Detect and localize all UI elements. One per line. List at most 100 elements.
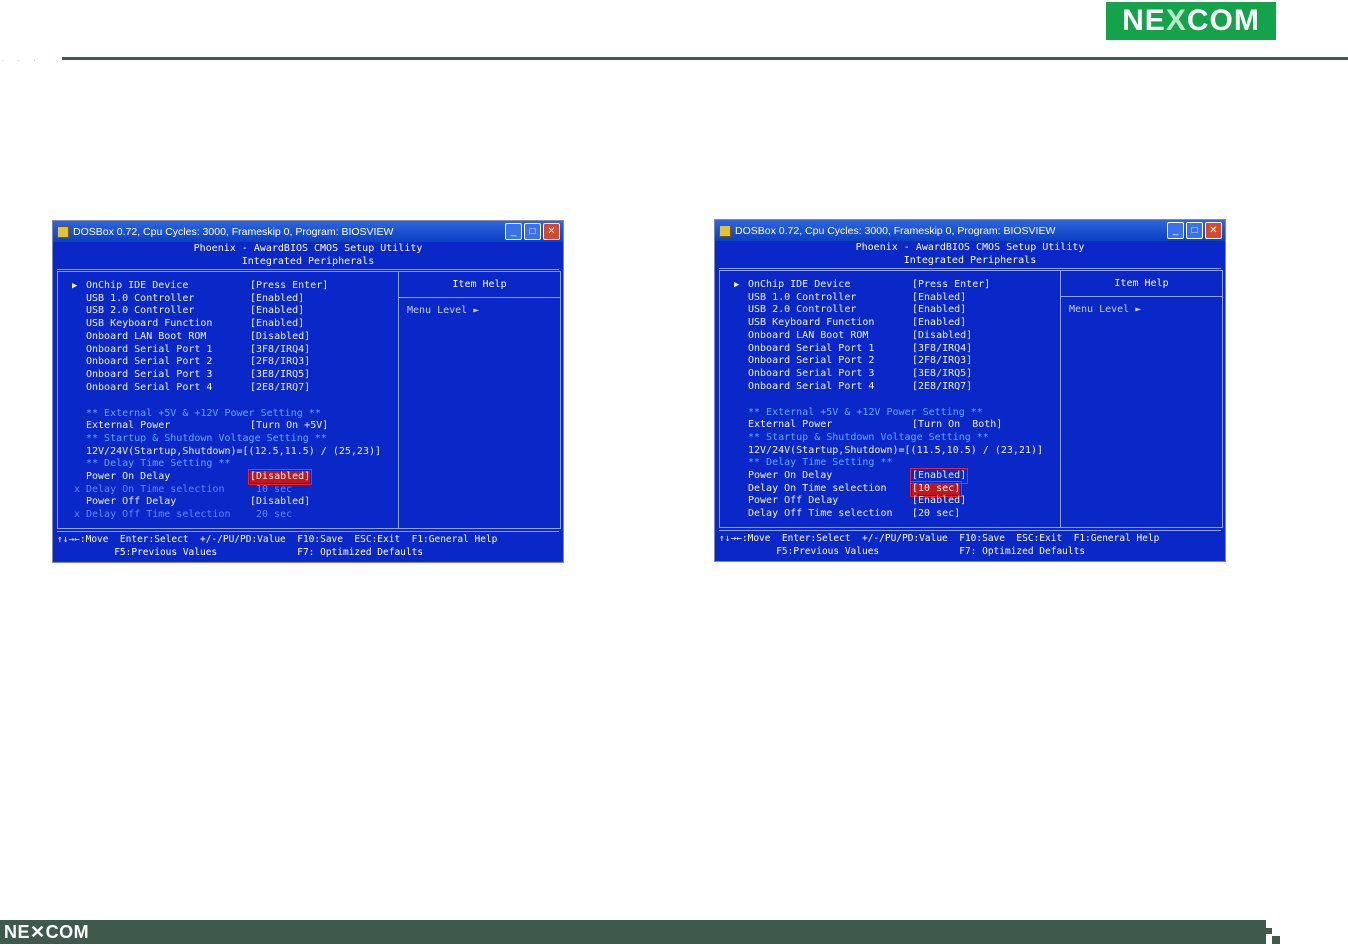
- setting-label: Delay On Time selection: [748, 483, 887, 494]
- setting-label: External Power: [748, 419, 833, 430]
- setting-value-highlighted: [10 sec]: [909, 481, 963, 497]
- setting-label: OnChip IDE Device: [86, 280, 189, 291]
- window-titlebar: DOSBox 0.72, Cpu Cycles: 3000, Frameskip…: [53, 221, 563, 242]
- setting-label: Onboard LAN Boot ROM: [86, 331, 207, 342]
- bios-header: Phoenix - AwardBIOS CMOS Setup Utility I…: [719, 242, 1221, 269]
- minimize-icon[interactable]: _: [505, 223, 522, 240]
- key-legend-line-1: ↑↓→←:Move Enter:Select +/-/PU/PD:Value F…: [719, 533, 1160, 544]
- close-icon[interactable]: ✕: [1205, 222, 1222, 239]
- setting-value: [3F8/IRQ4]: [250, 344, 311, 355]
- setting-label: USB Keyboard Function: [748, 317, 875, 328]
- key-legend-line-2: F5:Previous Values F7: Optimized Default…: [57, 547, 424, 558]
- item-help-panel: Item Help Menu Level ►: [399, 271, 561, 529]
- setting-value: [Enabled]: [250, 293, 305, 304]
- setting-label: Onboard LAN Boot ROM: [748, 330, 869, 341]
- bios-window-right: DOSBox 0.72, Cpu Cycles: 3000, Frameskip…: [714, 219, 1226, 562]
- submenu-arrow-icon: ▶: [72, 281, 78, 291]
- setting-value: [2F8/IRQ3]: [912, 355, 973, 366]
- setting-label: Delay Off Time selection: [86, 509, 231, 520]
- minimize-icon[interactable]: _: [1167, 222, 1184, 239]
- setting-value: [Enabled]: [912, 304, 967, 315]
- logo-text-x: X: [1165, 4, 1187, 37]
- setting-value: [Turn On Both]: [912, 419, 1003, 430]
- setting-label: USB 1.0 Controller: [86, 293, 195, 304]
- setting-label: Power On Delay: [748, 470, 833, 481]
- setting-label: 12V/24V(Startup,Shutdown)=[(11.5,10.5) /…: [748, 445, 1044, 456]
- window-title: DOSBox 0.72, Cpu Cycles: 3000, Frameskip…: [73, 225, 394, 238]
- setting-label: Onboard Serial Port 4: [748, 381, 875, 392]
- submenu-arrow-icon: ▶: [734, 280, 740, 290]
- item-help-title: Item Help: [1061, 271, 1222, 297]
- bios-key-legend: ↑↓→←:Move Enter:Select +/-/PU/PD:Value F…: [57, 531, 559, 561]
- header-dots: · · ·: [2, 58, 42, 65]
- footer-bar: [0, 920, 1258, 944]
- setting-label: Onboard Serial Port 2: [748, 355, 875, 366]
- setting-value: [3E8/IRQ5]: [250, 369, 311, 380]
- setting-value: [Enabled]: [912, 317, 967, 328]
- item-help-panel: Item Help Menu Level ►: [1061, 270, 1223, 528]
- menu-level: Menu Level ►: [1069, 304, 1142, 315]
- setting-value: [Enabled]: [912, 292, 967, 303]
- footer-logo: NE✕COM: [4, 922, 90, 942]
- nexcom-logo: NE X COM: [1106, 2, 1276, 40]
- key-legend-line-2: F5:Previous Values F7: Optimized Default…: [719, 546, 1086, 557]
- setting-value: [2F8/IRQ3]: [250, 356, 311, 367]
- bios-utility-title: Phoenix - AwardBIOS CMOS Setup Utility: [193, 243, 423, 254]
- bios-key-legend: ↑↓→←:Move Enter:Select +/-/PU/PD:Value F…: [719, 530, 1221, 560]
- setting-value-highlighted: [Enabled]: [909, 468, 969, 484]
- bios-settings-panel: ▶ OnChip IDE Device [Press Enter] USB 1.0 …: [57, 271, 399, 529]
- setting-value: 20 sec: [256, 509, 293, 520]
- key-legend-line-1: ↑↓→←:Move Enter:Select +/-/PU/PD:Value F…: [57, 534, 498, 545]
- bios-header: Phoenix - AwardBIOS CMOS Setup Utility I…: [57, 243, 559, 270]
- setting-label: OnChip IDE Device: [748, 279, 851, 290]
- setting-label: Power Off Delay: [748, 495, 839, 506]
- setting-label: USB 2.0 Controller: [86, 305, 195, 316]
- bios-utility-title: Phoenix - AwardBIOS CMOS Setup Utility: [855, 242, 1085, 253]
- setting-label: Delay Off Time selection: [748, 508, 893, 519]
- setting-label: Power On Delay: [86, 471, 171, 482]
- dosbox-icon: [719, 224, 731, 237]
- setting-value: [Turn On +5V]: [250, 420, 329, 431]
- corner-mark-icon: [1258, 920, 1280, 944]
- setting-value: [Enabled]: [250, 305, 305, 316]
- close-icon[interactable]: ✕: [543, 223, 560, 240]
- bios-page-title: Integrated Peripherals: [903, 254, 1037, 266]
- setting-value: [20 sec]: [912, 508, 961, 519]
- setting-value: [Enabled]: [912, 495, 967, 506]
- setting-value: 10 sec: [256, 484, 293, 495]
- setting-label: USB 1.0 Controller: [748, 292, 857, 303]
- header-rule: [62, 57, 1348, 60]
- setting-label: 12V/24V(Startup,Shutdown)=[(12.5,11.5) /…: [86, 446, 382, 457]
- bios-settings-panel: ▶ OnChip IDE Device [Press Enter] USB 1.0 …: [719, 270, 1061, 528]
- setting-label: Onboard Serial Port 3: [748, 368, 875, 379]
- setting-value: [2E8/IRQ7]: [250, 382, 311, 393]
- logo-text-post: COM: [1186, 4, 1260, 37]
- setting-value: [Disabled]: [912, 330, 973, 341]
- setting-value: [Disabled]: [250, 496, 311, 507]
- setting-label: Delay On Time selection: [86, 484, 225, 495]
- setting-value: [Enabled]: [250, 318, 305, 329]
- setting-value-highlighted: [Disabled]: [247, 469, 313, 485]
- setting-label: Onboard Serial Port 2: [86, 356, 213, 367]
- setting-label: Onboard Serial Port 4: [86, 382, 213, 393]
- setting-value: [Disabled]: [250, 331, 311, 342]
- window-titlebar: DOSBox 0.72, Cpu Cycles: 3000, Frameskip…: [715, 220, 1225, 241]
- setting-label: Power Off Delay: [86, 496, 177, 507]
- bios-window-left: DOSBox 0.72, Cpu Cycles: 3000, Frameskip…: [52, 220, 564, 563]
- menu-level: Menu Level ►: [407, 305, 480, 316]
- setting-label: Onboard Serial Port 3: [86, 369, 213, 380]
- setting-label: Onboard Serial Port 1: [748, 343, 875, 354]
- setting-label: External Power: [86, 420, 171, 431]
- setting-value: [Press Enter]: [912, 279, 991, 290]
- setting-label: Onboard Serial Port 1: [86, 344, 213, 355]
- item-help-title: Item Help: [399, 272, 560, 298]
- maximize-icon[interactable]: □: [524, 223, 541, 240]
- dosbox-icon: [57, 225, 69, 238]
- setting-value: [3E8/IRQ5]: [912, 368, 973, 379]
- bios-page-title: Integrated Peripherals: [241, 255, 375, 267]
- logo-text-pre: NE: [1122, 4, 1166, 37]
- setting-value: [2E8/IRQ7]: [912, 381, 973, 392]
- setting-label: USB 2.0 Controller: [748, 304, 857, 315]
- setting-label: USB Keyboard Function: [86, 318, 213, 329]
- maximize-icon[interactable]: □: [1186, 222, 1203, 239]
